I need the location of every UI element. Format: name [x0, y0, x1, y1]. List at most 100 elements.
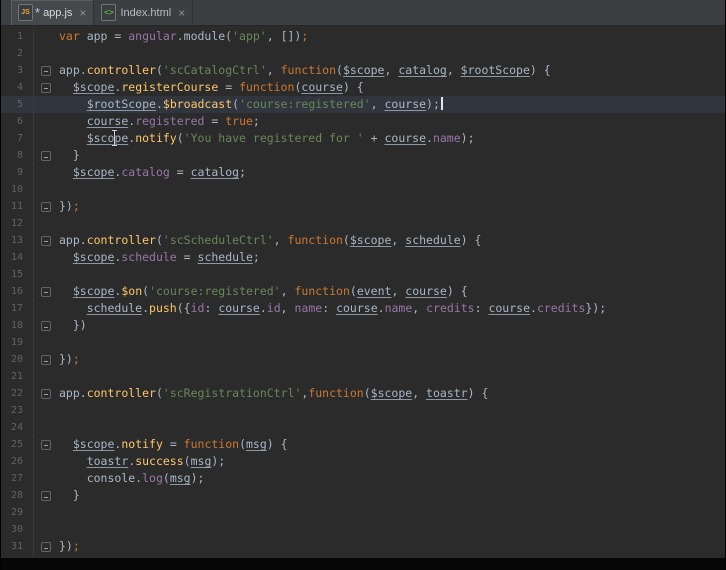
code-text[interactable]: $scope.$on('course:registered', function… — [58, 283, 725, 300]
line-number[interactable]: 13 — [1, 232, 23, 249]
fold-marker[interactable] — [33, 283, 58, 300]
line-number[interactable]: 6 — [1, 113, 23, 130]
close-tab-icon[interactable]: × — [178, 7, 185, 19]
line-number[interactable]: 20 — [1, 351, 23, 368]
fold-marker[interactable] — [33, 436, 58, 453]
code-text[interactable]: var app = angular.module('app', []); — [58, 28, 725, 45]
line-number[interactable]: 25 — [1, 436, 23, 453]
code-text[interactable] — [58, 419, 725, 436]
code-token: ( — [155, 63, 163, 77]
code-token: }) — [59, 539, 73, 553]
code-token: schedule — [86, 301, 143, 315]
code-text[interactable] — [58, 181, 725, 198]
code-token: . — [530, 301, 537, 315]
fold-marker[interactable] — [33, 147, 58, 164]
close-tab-icon[interactable]: × — [79, 7, 86, 19]
code-text[interactable] — [58, 334, 725, 351]
line-number[interactable]: 12 — [1, 215, 23, 232]
code-token: ) { — [266, 437, 288, 451]
code-text[interactable]: $rootScope.$broadcast('course:registered… — [58, 96, 725, 113]
fold-marker[interactable] — [33, 538, 58, 555]
code-token: , — [280, 284, 295, 298]
code-text[interactable]: toastr.success(msg); — [58, 453, 725, 470]
line-number[interactable]: 17 — [1, 300, 23, 317]
code-token: , — [391, 284, 406, 298]
code-token: ); — [190, 471, 205, 485]
code-text[interactable] — [58, 402, 725, 419]
line-number[interactable]: 29 — [1, 504, 23, 521]
line-number[interactable]: 5 — [1, 96, 23, 113]
code-text[interactable] — [58, 215, 725, 232]
tab-index-html[interactable]: <> Index.html × — [94, 0, 194, 25]
line-number[interactable]: 28 — [1, 487, 23, 504]
code-text[interactable] — [58, 521, 725, 538]
code-text[interactable] — [58, 266, 725, 283]
line-number[interactable]: 8 — [1, 147, 23, 164]
code-token: ; — [252, 114, 260, 128]
line-number[interactable]: 23 — [1, 402, 23, 419]
fold-marker[interactable] — [33, 79, 58, 96]
line-number[interactable]: 16 — [1, 283, 23, 300]
line-number[interactable]: 10 — [1, 181, 23, 198]
code-text[interactable]: } — [58, 147, 725, 164]
code-text[interactable]: app.controller('scCatalogCtrl', function… — [58, 62, 725, 79]
code-text[interactable]: }) — [58, 317, 725, 334]
code-text[interactable] — [58, 45, 725, 62]
code-token: , []) — [266, 29, 302, 43]
code-token: id — [266, 301, 281, 315]
fold-marker[interactable] — [33, 351, 58, 368]
code-token: } — [59, 488, 80, 502]
code-text[interactable]: app.controller('scScheduleCtrl', functio… — [58, 232, 725, 249]
code-text[interactable]: } — [58, 487, 725, 504]
code-token: ; — [301, 29, 309, 43]
line-number[interactable]: 19 — [1, 334, 23, 351]
line-number[interactable]: 15 — [1, 266, 23, 283]
code-text[interactable]: schedule.push({id: course.id, name: cour… — [58, 300, 725, 317]
code-editor[interactable]: 1 var app = angular.module('app', []); 2 3 a… — [1, 26, 725, 558]
code-text[interactable]: $scope.registerCourse = function(course)… — [58, 79, 725, 96]
fold-marker[interactable] — [33, 385, 58, 402]
line-number[interactable]: 7 — [1, 130, 23, 147]
line-number[interactable]: 24 — [1, 419, 23, 436]
code-text[interactable]: $scope.schedule = schedule; — [58, 249, 725, 266]
line-number[interactable]: 9 — [1, 164, 23, 181]
code-text[interactable]: }); — [58, 198, 725, 215]
fold-marker[interactable] — [33, 232, 58, 249]
fold-marker[interactable] — [33, 317, 58, 334]
line-number[interactable]: 18 — [1, 317, 23, 334]
line-number[interactable]: 1 — [1, 28, 23, 45]
code-token: ( — [183, 454, 191, 468]
fold-marker[interactable] — [33, 487, 58, 504]
line-number[interactable]: 11 — [1, 198, 23, 215]
code-text[interactable]: $scope.catalog = catalog; — [58, 164, 725, 181]
line-number[interactable]: 31 — [1, 538, 23, 555]
fold-marker[interactable] — [33, 198, 58, 215]
code-token: catalog — [121, 165, 170, 179]
code-token: , — [384, 63, 399, 77]
line-number[interactable]: 21 — [1, 368, 23, 385]
code-text[interactable] — [58, 368, 725, 385]
code-text[interactable]: app.controller('scRegistrationCtrl',func… — [58, 385, 725, 402]
code-text[interactable]: $scope. notify('You have registered for '… — [58, 130, 725, 147]
tab-app-js[interactable]: JS * app.js × — [11, 0, 95, 25]
code-text[interactable]: }); — [58, 351, 725, 368]
code-text[interactable] — [58, 504, 725, 521]
code-line: 4 $scope.registerCourse = function(cours… — [1, 79, 725, 96]
code-text[interactable]: $scope.notify = function(msg) { — [58, 436, 725, 453]
line-number[interactable]: 27 — [1, 470, 23, 487]
fold-marker[interactable] — [33, 62, 58, 79]
code-text[interactable]: console.log(msg); — [58, 470, 725, 487]
code-text[interactable]: course.registered = true; — [58, 113, 725, 130]
line-number[interactable]: 30 — [1, 521, 23, 538]
line-number[interactable]: 22 — [1, 385, 23, 402]
fold-gutter — [33, 164, 58, 181]
code-token: credits — [426, 301, 475, 315]
code-text[interactable]: }); — [58, 538, 725, 555]
line-number[interactable]: 14 — [1, 249, 23, 266]
line-number[interactable]: 3 — [1, 62, 23, 79]
line-number[interactable]: 4 — [1, 79, 23, 96]
code-token: }); — [585, 301, 607, 315]
line-number[interactable]: 26 — [1, 453, 23, 470]
line-number[interactable]: 2 — [1, 45, 23, 62]
